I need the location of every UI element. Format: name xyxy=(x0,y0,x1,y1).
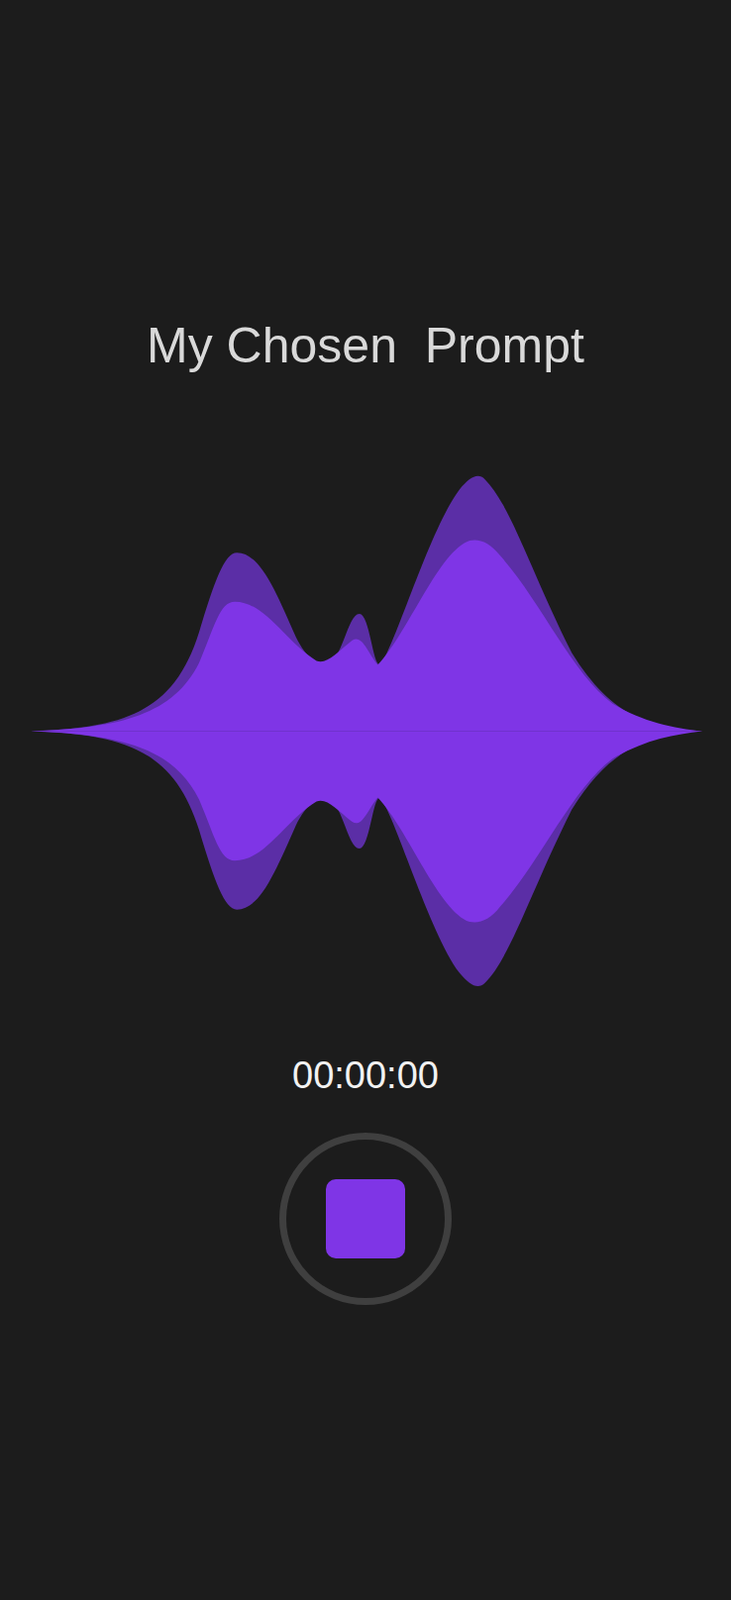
stop-button[interactable] xyxy=(279,1133,452,1306)
recorder-screen: My Chosen Prompt 00:00:00 xyxy=(0,0,731,1600)
waveform-icon xyxy=(0,474,731,991)
timer: 00:00:00 xyxy=(292,1051,439,1100)
prompt-title: My Chosen Prompt xyxy=(146,314,585,377)
stop-icon xyxy=(325,1179,406,1259)
